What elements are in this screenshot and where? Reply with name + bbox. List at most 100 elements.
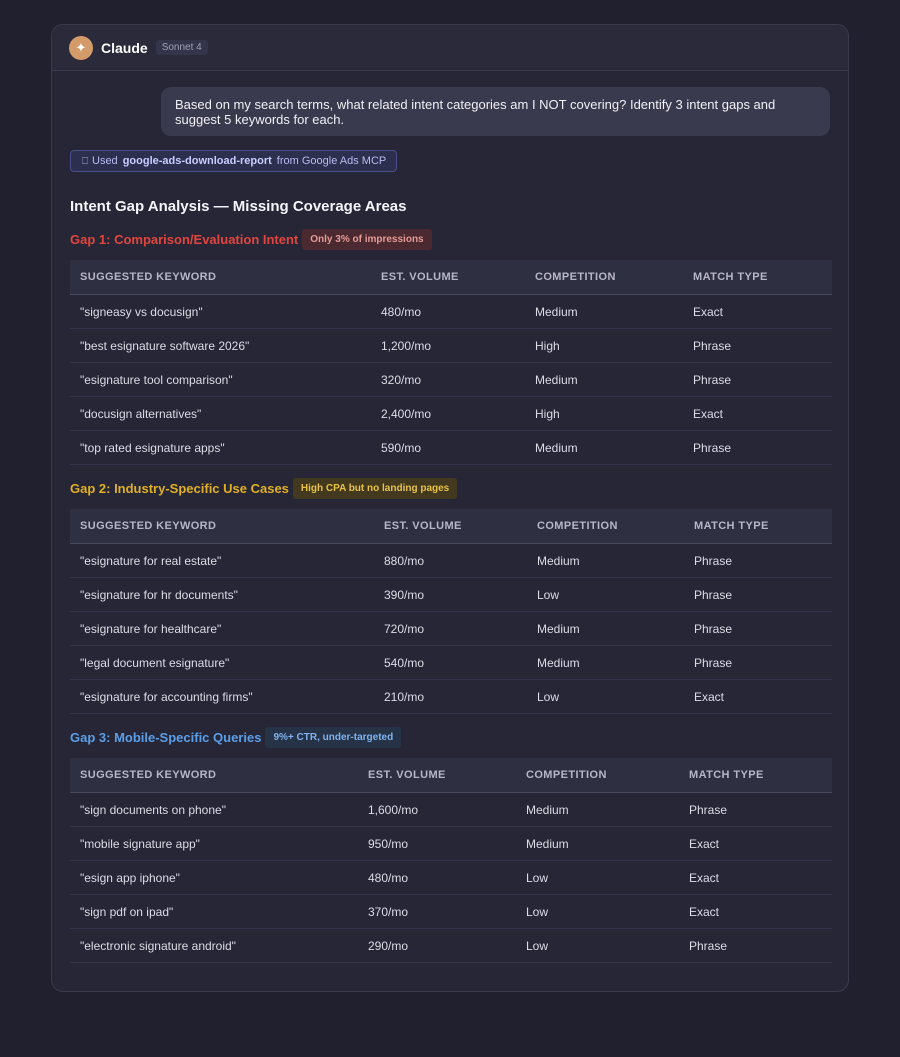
- gap-2-title: Gap 2: Industry-Specific Use Cases: [70, 481, 289, 496]
- table-row: "docusign alternatives" 2,400/mo High Exact: [70, 396, 832, 431]
- gap-2-table: SUGGESTED KEYWORD EST. VOLUME COMPETITIO…: [70, 509, 832, 714]
- match-type-cell: Phrase: [684, 577, 832, 612]
- volume-cell: 590/mo: [371, 430, 525, 465]
- volume-cell: 950/mo: [358, 826, 516, 861]
- competition-cell: Low: [516, 928, 679, 963]
- match-type-cell: Phrase: [684, 611, 832, 646]
- gap-3-title: Gap 3: Mobile-Specific Queries: [70, 730, 262, 745]
- keyword-cell: "docusign alternatives": [70, 396, 371, 431]
- gap-3-table: SUGGESTED KEYWORD EST. VOLUME COMPETITIO…: [70, 758, 832, 963]
- match-type-cell: Phrase: [683, 328, 832, 363]
- keyword-cell: "esignature for accounting firms": [70, 679, 374, 714]
- competition-cell: Low: [516, 860, 679, 895]
- title-bar: ✦ Claude Sonnet 4: [52, 25, 848, 71]
- col-keyword: SUGGESTED KEYWORD: [70, 260, 371, 295]
- col-competition: COMPETITION: [516, 758, 679, 793]
- table-row: "mobile signature app" 950/mo Medium Exact: [70, 826, 832, 861]
- app-name: Claude: [101, 39, 148, 56]
- analysis-heading: Intent Gap Analysis — Missing Coverage A…: [70, 198, 407, 215]
- col-keyword: SUGGESTED KEYWORD: [70, 758, 358, 793]
- table-row: "sign documents on phone" 1,600/mo Medium P…: [70, 792, 832, 827]
- sparkle-icon: ✦: [69, 35, 93, 60]
- table-row: "best esignature software 2026" 1,200/mo H…: [70, 328, 832, 363]
- col-match-type: MATCH TYPE: [684, 509, 832, 544]
- competition-cell: Medium: [525, 362, 683, 397]
- table-row: "sign pdf on ipad" 370/mo Low Exact: [70, 894, 832, 929]
- chat-window: ✦ Claude Sonnet 4 Based on my search ter…: [51, 24, 849, 992]
- competition-cell: Low: [516, 894, 679, 929]
- tool-icon: ⎕: [82, 155, 88, 167]
- table-header-row: SUGGESTED KEYWORD EST. VOLUME COMPETITIO…: [70, 509, 832, 544]
- volume-cell: 370/mo: [358, 894, 516, 929]
- keyword-cell: "signeasy vs docusign": [70, 294, 371, 329]
- gap-3-badge: 9%+ CTR, under-targeted: [265, 727, 402, 748]
- competition-cell: High: [525, 396, 683, 431]
- col-competition: COMPETITION: [527, 509, 684, 544]
- volume-cell: 2,400/mo: [371, 396, 525, 431]
- table-row: "top rated esignature apps" 590/mo Medium P…: [70, 430, 832, 465]
- gap-3-header: Gap 3: Mobile-Specific Queries 9%+ CTR, …: [70, 727, 830, 748]
- col-volume: EST. VOLUME: [374, 509, 527, 544]
- volume-cell: 1,200/mo: [371, 328, 525, 363]
- competition-cell: Medium: [516, 792, 679, 827]
- keyword-cell: "esign app iphone": [70, 860, 358, 895]
- volume-cell: 320/mo: [371, 362, 525, 397]
- table-row: "esignature tool comparison" 320/mo Medium…: [70, 362, 832, 397]
- gap-2-badge: High CPA but no landing pages: [292, 478, 458, 499]
- col-volume: EST. VOLUME: [358, 758, 516, 793]
- gap-1-badge: Only 3% of impressions: [302, 229, 432, 250]
- match-type-cell: Phrase: [683, 362, 832, 397]
- match-type-cell: Exact: [679, 894, 832, 929]
- volume-cell: 720/mo: [374, 611, 527, 646]
- match-type-cell: Phrase: [679, 928, 832, 963]
- match-type-cell: Exact: [683, 396, 832, 431]
- table-row: "legal document esignature" 540/mo Medium P…: [70, 645, 832, 680]
- volume-cell: 540/mo: [374, 645, 527, 680]
- match-type-cell: Exact: [683, 294, 832, 329]
- table-row: "esignature for real estate" 880/mo Medium…: [70, 543, 832, 578]
- gap-1-table: SUGGESTED KEYWORD EST. VOLUME COMPETITIO…: [70, 260, 832, 465]
- keyword-cell: "sign documents on phone": [70, 792, 358, 827]
- keyword-cell: "esignature for hr documents": [70, 577, 374, 612]
- col-match-type: MATCH TYPE: [683, 260, 832, 295]
- competition-cell: Low: [527, 577, 684, 612]
- keyword-cell: "sign pdf on ipad": [70, 894, 358, 929]
- volume-cell: 390/mo: [374, 577, 527, 612]
- col-keyword: SUGGESTED KEYWORD: [70, 509, 374, 544]
- keyword-cell: "top rated esignature apps": [70, 430, 371, 465]
- match-type-cell: Phrase: [684, 543, 832, 578]
- tool-name: google-ads-download-report: [122, 155, 272, 167]
- match-type-cell: Exact: [679, 860, 832, 895]
- keyword-cell: "electronic signature android": [70, 928, 358, 963]
- gap-1-title: Gap 1: Comparison/Evaluation Intent: [70, 232, 299, 247]
- gap-2-header: Gap 2: Industry-Specific Use Cases High …: [70, 478, 830, 499]
- competition-cell: Medium: [527, 543, 684, 578]
- match-type-cell: Exact: [679, 826, 832, 861]
- competition-cell: Medium: [516, 826, 679, 861]
- match-type-cell: Phrase: [684, 645, 832, 680]
- table-row: "esignature for accounting firms" 210/mo L…: [70, 679, 832, 714]
- col-match-type: MATCH TYPE: [679, 758, 832, 793]
- table-header-row: SUGGESTED KEYWORD EST. VOLUME COMPETITIO…: [70, 758, 832, 793]
- conversation: Based on my search terms, what related i…: [52, 71, 848, 963]
- keyword-cell: "esignature for healthcare": [70, 611, 374, 646]
- volume-cell: 480/mo: [371, 294, 525, 329]
- model-badge[interactable]: Sonnet 4: [155, 40, 208, 55]
- match-type-cell: Phrase: [683, 430, 832, 465]
- competition-cell: High: [525, 328, 683, 363]
- table-row: "esignature for healthcare" 720/mo Medium P…: [70, 611, 832, 646]
- keyword-cell: "legal document esignature": [70, 645, 374, 680]
- tool-use-chip[interactable]: ⎕ Used google-ads-download-report from G…: [70, 150, 398, 172]
- match-type-cell: Exact: [684, 679, 832, 714]
- user-message: Based on my search terms, what related i…: [161, 87, 830, 136]
- match-type-cell: Phrase: [679, 792, 832, 827]
- competition-cell: Medium: [525, 430, 683, 465]
- table-row: "electronic signature android" 290/mo Low P…: [70, 928, 832, 963]
- volume-cell: 880/mo: [374, 543, 527, 578]
- gap-1-header: Gap 1: Comparison/Evaluation Intent Only…: [70, 229, 830, 250]
- volume-cell: 1,600/mo: [358, 792, 516, 827]
- keyword-cell: "esignature for real estate": [70, 543, 374, 578]
- competition-cell: Low: [527, 679, 684, 714]
- competition-cell: Medium: [527, 611, 684, 646]
- tool-prefix: Used: [92, 155, 118, 167]
